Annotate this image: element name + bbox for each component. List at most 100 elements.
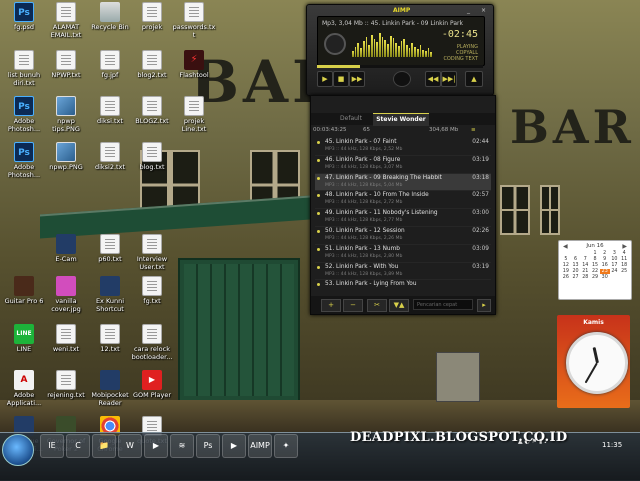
calendar-day[interactable]: 6 bbox=[571, 257, 581, 262]
taskbar-app-button[interactable]: ▶ bbox=[222, 434, 246, 458]
desktop-icon[interactable]: ▶ GOM Player bbox=[130, 370, 174, 399]
desktop-icon[interactable]: Mobipocket Reader bbox=[88, 370, 132, 407]
calendar-day[interactable]: 11 bbox=[619, 257, 629, 262]
calendar-day[interactable] bbox=[571, 251, 581, 256]
track-row[interactable]: 49. Linkin Park - 11 Nobody's Listening 0… bbox=[315, 209, 491, 227]
calendar-day[interactable] bbox=[610, 275, 620, 280]
calendar-day[interactable]: 20 bbox=[571, 269, 581, 274]
desktop-icon[interactable]: Guitar Pro 6 bbox=[2, 276, 46, 305]
calendar-day[interactable]: 7 bbox=[580, 257, 590, 262]
taskbar-app-button[interactable]: AIMP bbox=[248, 434, 272, 458]
desktop-icon[interactable]: fg.jpf bbox=[88, 50, 132, 79]
desktop-icon[interactable]: cara relock bootloader... bbox=[130, 324, 174, 361]
calendar-day[interactable]: 23 bbox=[599, 269, 610, 274]
calendar-day[interactable]: 3 bbox=[610, 251, 620, 256]
track-row[interactable]: 50. Linkin Park - 12 Session 02:26 MP3 :: … bbox=[315, 227, 491, 245]
track-row[interactable]: 47. Linkin Park - 09 Breaking The Habbit… bbox=[315, 173, 491, 192]
taskbar-app-button[interactable]: W bbox=[118, 434, 142, 458]
track-row[interactable]: 46. Linkin Park - 08 Figure 03:19 MP3 :: 4… bbox=[315, 156, 491, 174]
track-row[interactable]: 48. Linkin Park - 10 From The Inside 02:5… bbox=[315, 191, 491, 210]
calendar-day[interactable] bbox=[561, 251, 571, 256]
taskbar-app-button[interactable]: C bbox=[66, 434, 90, 458]
desktop-icon[interactable]: ALAMAT EMAIL.txt bbox=[44, 2, 88, 39]
calendar-day[interactable]: 10 bbox=[610, 257, 620, 262]
calendar-day[interactable]: 2 bbox=[600, 251, 610, 256]
taskbar-app-button[interactable]: IE bbox=[40, 434, 64, 458]
taskbar-app-button[interactable]: ✦ bbox=[274, 434, 298, 458]
calendar-day[interactable] bbox=[580, 251, 590, 256]
prev-month-icon[interactable]: ◀ bbox=[563, 243, 568, 250]
calendar-day[interactable]: 1 bbox=[590, 251, 600, 256]
desktop-icon[interactable]: npwp tips.PNG bbox=[44, 96, 88, 133]
calendar-day[interactable]: 9 bbox=[600, 257, 610, 262]
desktop-icon[interactable]: E-Cam bbox=[44, 234, 88, 263]
eject-button[interactable]: ▲ bbox=[465, 71, 483, 87]
playlist-window[interactable]: Default Stevie Wonder 00:03:43:25 65 304… bbox=[310, 95, 496, 315]
calendar-day[interactable]: 5 bbox=[561, 257, 571, 262]
track-row[interactable]: 52. Linkin Park - With You 03:19 MP3 :: 44… bbox=[315, 263, 491, 281]
desktop-icon[interactable]: projek bbox=[130, 2, 174, 31]
close-icon[interactable]: × bbox=[481, 7, 486, 14]
calendar-day[interactable]: 29 bbox=[590, 275, 600, 280]
calendar-day[interactable]: 4 bbox=[619, 251, 629, 256]
tab-stevie-wonder[interactable]: Stevie Wonder bbox=[373, 113, 429, 126]
calendar-day[interactable]: 18 bbox=[619, 263, 629, 268]
clock-gadget[interactable]: Kamis bbox=[557, 315, 630, 408]
sort-button[interactable]: ▼▲ bbox=[389, 299, 409, 312]
desktop-icon[interactable]: npwp.PNG bbox=[44, 142, 88, 171]
track-row[interactable]: 45. Linkin Park - 07 Faint 02:44 MP3 :: 44… bbox=[315, 138, 491, 156]
calendar-gadget[interactable]: ◀ Jun 16 ▶ 1 2 3 4 5 6 7 8 9 10 11 12 13 14 15 16 17 18 19… bbox=[558, 240, 632, 300]
desktop-icon[interactable]: vanilla cover.jpg bbox=[44, 276, 88, 313]
search-go-button[interactable]: ▸ bbox=[477, 299, 491, 312]
calendar-day[interactable] bbox=[619, 275, 629, 280]
taskbar-clock[interactable]: 11:35 bbox=[602, 441, 622, 449]
calendar-day[interactable]: 24 bbox=[610, 269, 620, 274]
stop-button[interactable]: ■ bbox=[333, 71, 349, 87]
desktop-icon[interactable]: Recycle Bin bbox=[88, 2, 132, 31]
desktop-icon[interactable]: BLOGZ.txt bbox=[130, 96, 174, 125]
calendar-day[interactable]: 22 bbox=[590, 269, 600, 274]
calendar-day[interactable]: 16 bbox=[600, 263, 610, 268]
add-button[interactable]: + bbox=[321, 299, 341, 312]
desktop-icon[interactable]: 12.txt bbox=[88, 324, 132, 353]
calendar-day[interactable]: 13 bbox=[571, 263, 581, 268]
calendar-day[interactable]: 19 bbox=[561, 269, 571, 274]
next-month-icon[interactable]: ▶ bbox=[622, 243, 627, 250]
desktop-icon[interactable]: passwords.txt bbox=[172, 2, 216, 39]
playlist-menu-icon[interactable]: ≡ bbox=[471, 126, 476, 135]
play-button[interactable]: ▶ bbox=[317, 71, 333, 87]
desktop-icon[interactable]: Ps Adobe Photosh... bbox=[2, 142, 46, 179]
desktop-icon[interactable]: LINE LINE bbox=[2, 324, 46, 353]
desktop-icon[interactable]: blog2.txt bbox=[130, 50, 174, 79]
track-row[interactable]: 51. Linkin Park - 13 Numb 03:09 MP3 :: 44 … bbox=[315, 245, 491, 263]
desktop-icon[interactable]: Ex Kunni Shortcut bbox=[88, 276, 132, 313]
volume-knob[interactable] bbox=[324, 33, 346, 55]
calendar-day[interactable]: 14 bbox=[580, 263, 590, 268]
calendar-day[interactable]: 15 bbox=[590, 263, 600, 268]
calendar-day[interactable]: 26 bbox=[561, 275, 571, 280]
desktop-icon[interactable]: diksi2.txt bbox=[88, 142, 132, 171]
desktop-icon[interactable]: blog.txt bbox=[130, 142, 174, 171]
desktop-icon[interactable]: NPWP.txt bbox=[44, 50, 88, 79]
calendar-day[interactable]: 17 bbox=[610, 263, 620, 268]
rewind-button[interactable]: ◀◀ bbox=[425, 71, 441, 87]
desktop-icon[interactable]: list bunuh diri.txt bbox=[2, 50, 46, 87]
calendar-day[interactable]: 25 bbox=[619, 269, 629, 274]
calendar-day[interactable]: 21 bbox=[580, 269, 590, 274]
desktop-icon[interactable]: fg.txt bbox=[130, 276, 174, 305]
calendar-day[interactable]: 12 bbox=[561, 263, 571, 268]
tab-default[interactable]: Default bbox=[331, 113, 371, 125]
start-button[interactable] bbox=[2, 434, 34, 466]
next-button[interactable]: ▶▶ bbox=[349, 71, 365, 87]
tools-button[interactable]: ✂ bbox=[367, 299, 387, 312]
seek-bar[interactable] bbox=[317, 65, 483, 68]
calendar-day[interactable]: 27 bbox=[571, 275, 581, 280]
taskbar-app-button[interactable]: 📁 bbox=[92, 434, 116, 458]
forward-button[interactable]: ▶▶| bbox=[441, 71, 457, 87]
desktop-icon[interactable]: weni.txt bbox=[44, 324, 88, 353]
taskbar-app-button[interactable]: ▶ bbox=[144, 434, 168, 458]
remove-button[interactable]: − bbox=[343, 299, 363, 312]
aimp-player-window[interactable]: AIMP _ × Mp3, 3,04 Mb :: 45. Linkin Park… bbox=[306, 4, 494, 96]
calendar-day[interactable]: 8 bbox=[590, 257, 600, 262]
quick-search-input[interactable]: Pencarian cepat bbox=[413, 299, 473, 310]
